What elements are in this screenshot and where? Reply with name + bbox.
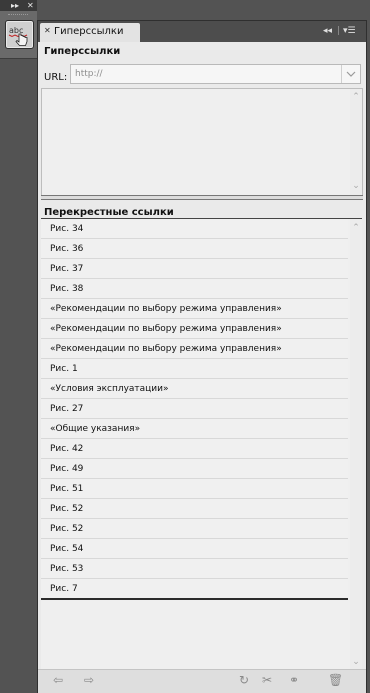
go-to-destination-icon[interactable]: ⇨: [84, 673, 94, 687]
cross-reference-row[interactable]: Рис. 38: [41, 279, 348, 299]
scroll-up-icon[interactable]: ⌃: [350, 92, 362, 102]
tab-hyperlinks[interactable]: ✕ Гиперссылки: [40, 23, 140, 42]
hyperlinks-panel: ✕ Гиперссылки ◂◂ | ▾☰ Гиперссылки URL: ⌃…: [37, 20, 367, 693]
cross-reference-row[interactable]: Рис. 49: [41, 459, 348, 479]
hyperlinks-scrollbar[interactable]: ⌃ ⌄: [350, 89, 362, 196]
cross-reference-row[interactable]: Рис. 37: [41, 259, 348, 279]
cross-references-scrollbar[interactable]: ⌃ ⌄: [350, 219, 362, 670]
spellcheck-abc-hand-icon: abc: [8, 26, 28, 46]
cross-reference-row[interactable]: Рис. 54: [41, 539, 348, 559]
tab-label: Гиперссылки: [54, 26, 124, 37]
double-chevron-left-icon[interactable]: ◂◂: [323, 25, 332, 37]
cross-reference-row[interactable]: «Общие указания»: [41, 419, 348, 439]
cross-reference-row[interactable]: «Рекомендации по выбору режима управлени…: [41, 339, 348, 359]
section-splitter[interactable]: [41, 195, 363, 200]
scroll-up-icon[interactable]: ⌃: [350, 223, 362, 233]
cross-reference-row[interactable]: Рис. 1: [41, 359, 348, 379]
cross-reference-row[interactable]: «Рекомендации по выбору режима управлени…: [41, 299, 348, 319]
cross-reference-row[interactable]: Рис. 52: [41, 519, 348, 539]
panel-tab-bar: ✕ Гиперссылки ◂◂ | ▾☰: [38, 21, 366, 42]
cross-references-title: Перекрестные ссылки: [44, 207, 174, 218]
close-tab-icon[interactable]: ✕: [44, 26, 51, 35]
cross-reference-row[interactable]: Рис. 53: [41, 559, 348, 579]
close-icon[interactable]: ✕: [27, 0, 34, 11]
scroll-down-icon[interactable]: ⌄: [350, 657, 362, 667]
url-input[interactable]: [71, 65, 337, 83]
cross-reference-row[interactable]: Рис. 52: [41, 499, 348, 519]
chevron-down-icon[interactable]: [341, 65, 360, 83]
cross-reference-row[interactable]: Рис. 36: [41, 239, 348, 259]
create-cross-reference-icon[interactable]: ✂: [262, 673, 272, 687]
cross-references-rows: Рис. 34 Рис. 36 Рис. 37 Рис. 38 «Рекомендаци…: [41, 219, 348, 600]
panel-footer: ⇦ ⇨ ↻ ✂ ⚭ 🗑: [38, 669, 366, 693]
cross-reference-row[interactable]: Рис. 27: [41, 399, 348, 419]
url-field: [70, 64, 361, 84]
scroll-down-icon[interactable]: ⌄: [350, 181, 362, 191]
dock-body: abc: [0, 11, 37, 59]
cross-references-list[interactable]: Рис. 34 Рис. 36 Рис. 37 Рис. 38 «Рекомендаци…: [41, 218, 362, 670]
cross-reference-row[interactable]: Рис. 7: [41, 579, 348, 600]
dock-grip[interactable]: [8, 14, 28, 16]
cross-reference-row[interactable]: Рис. 42: [41, 439, 348, 459]
panel-menu-icon[interactable]: ▾☰: [343, 25, 356, 37]
create-hyperlink-icon[interactable]: ⚭: [289, 673, 299, 687]
cross-reference-row[interactable]: «Условия эксплуатации»: [41, 379, 348, 399]
separator: |: [337, 26, 341, 36]
hyperlinks-title: Гиперссылки: [44, 46, 121, 57]
delete-icon[interactable]: 🗑: [328, 673, 343, 687]
cross-reference-row[interactable]: Рис. 34: [41, 219, 348, 239]
dock-header: ▸▸ ✕: [0, 0, 37, 11]
cross-reference-row[interactable]: «Рекомендации по выбору режима управлени…: [41, 319, 348, 339]
cross-reference-row[interactable]: Рис. 51: [41, 479, 348, 499]
spellcheck-button[interactable]: abc: [5, 20, 34, 49]
go-to-source-icon[interactable]: ⇦: [53, 673, 63, 687]
double-chevron-right-icon[interactable]: ▸▸: [11, 0, 19, 11]
update-icon[interactable]: ↻: [239, 673, 249, 687]
url-label: URL:: [44, 72, 68, 83]
hyperlinks-list[interactable]: ⌃ ⌄: [41, 88, 363, 196]
collapsed-dock: ▸▸ ✕ abc: [0, 0, 37, 60]
